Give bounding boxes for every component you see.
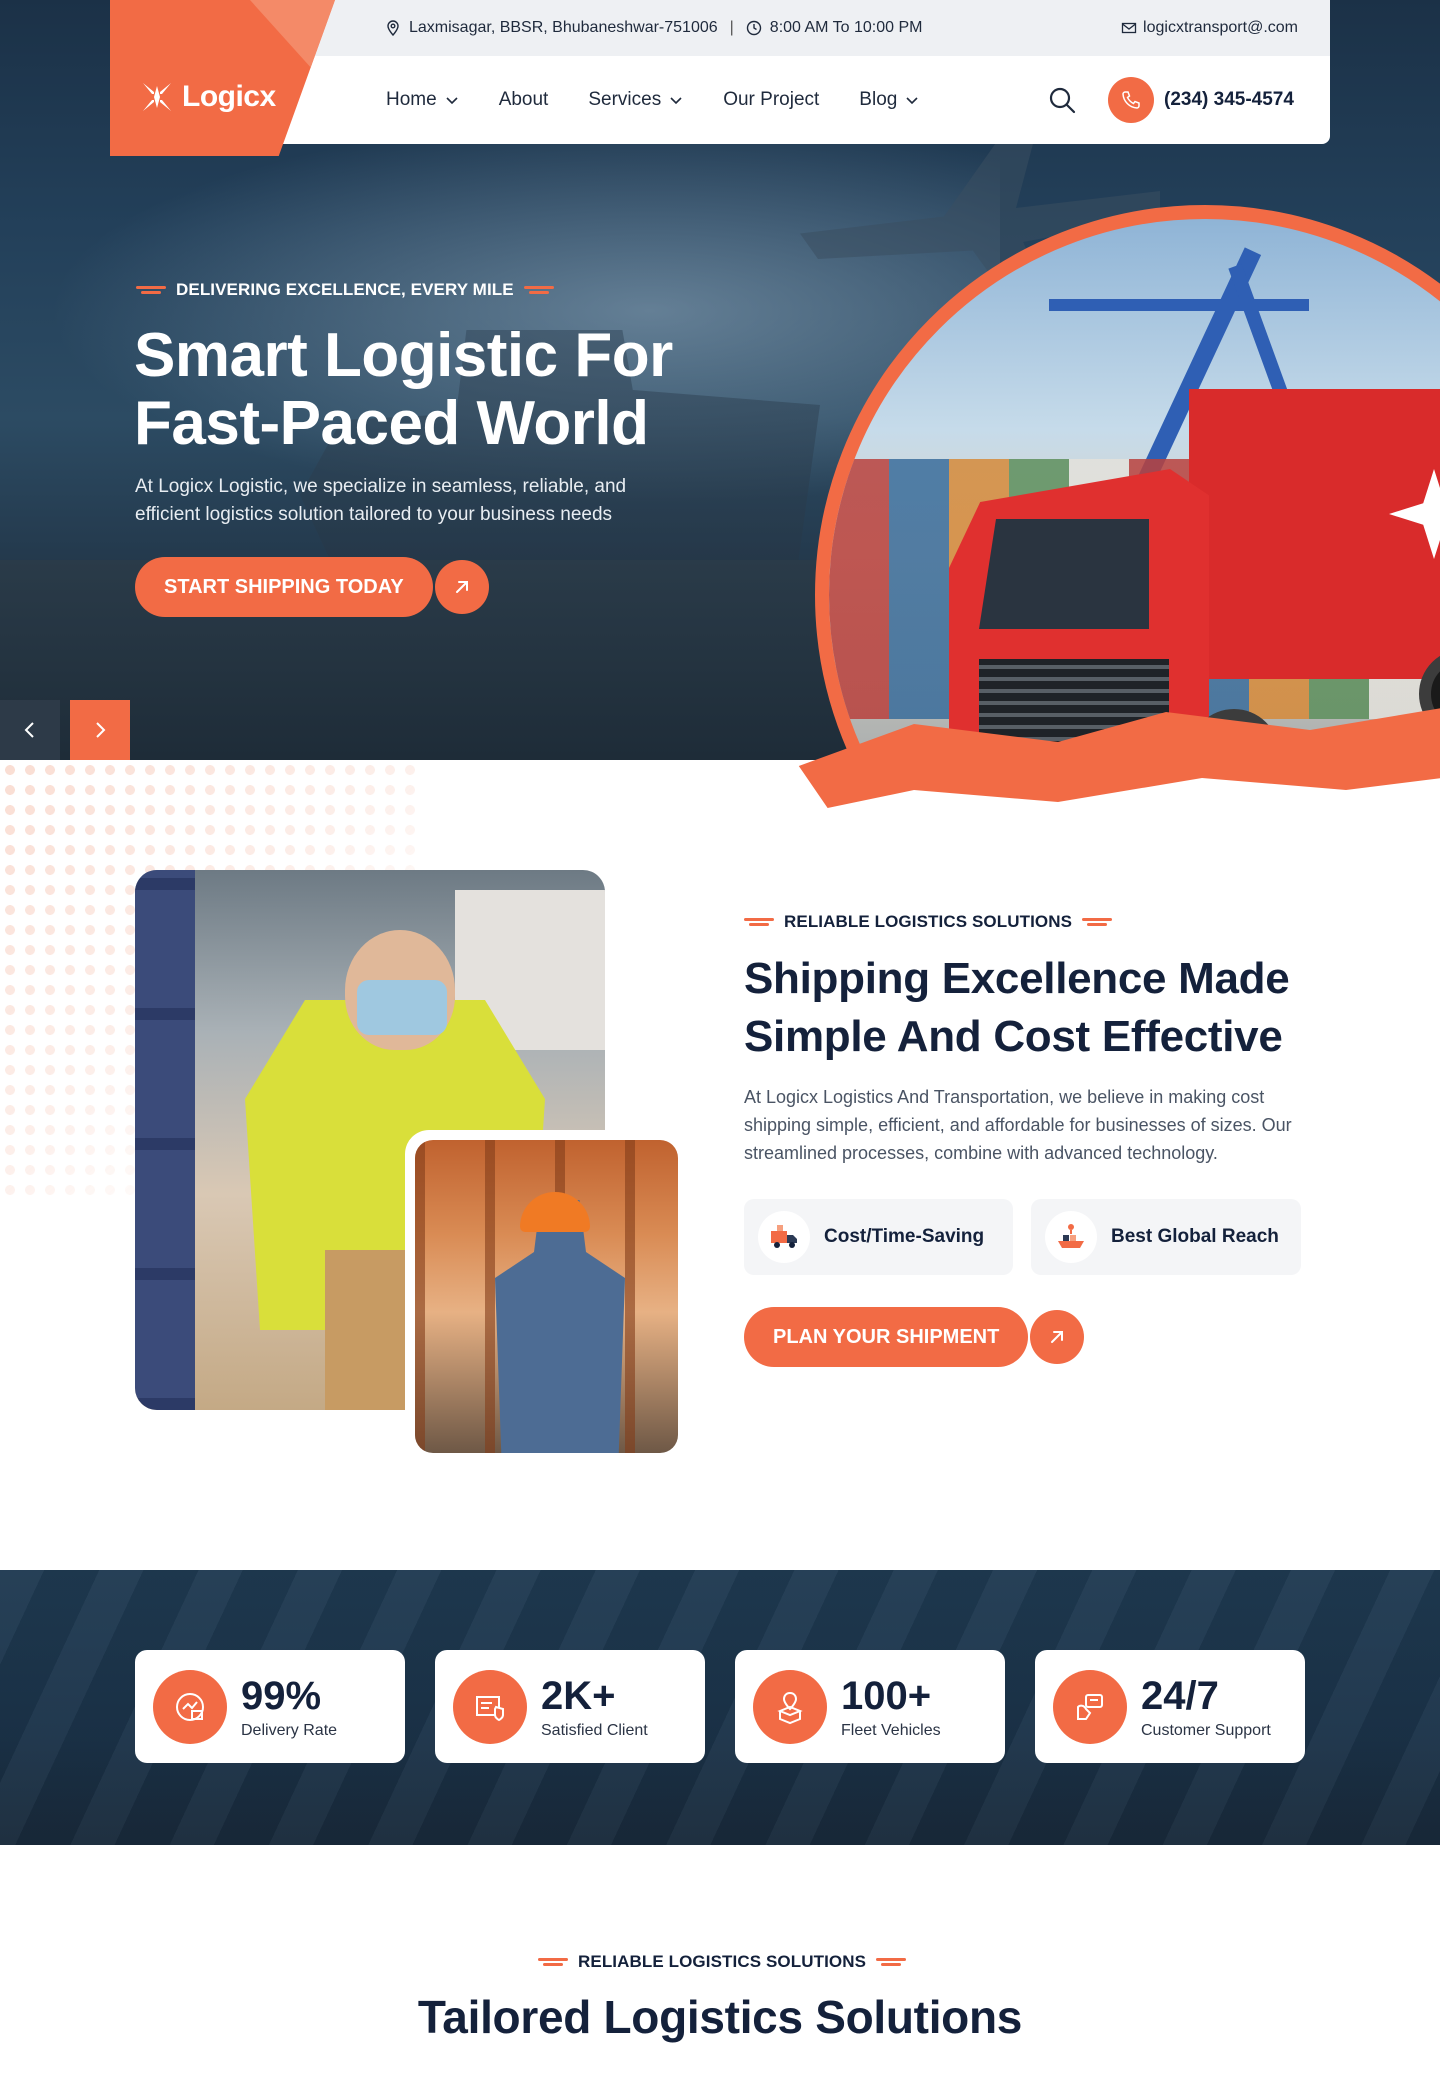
chevron-down-icon (906, 97, 918, 105)
nav-item-about[interactable]: About (499, 89, 549, 111)
hero-cta-group: START SHIPPING TODAY (135, 557, 489, 617)
stat-value: 99% (241, 1673, 322, 1718)
tagline-dash-icon (744, 917, 774, 927)
nav-label: Home (386, 89, 437, 110)
stats-section: 99% Delivery Rate 2K+ Satisfied Client 1… (0, 1570, 1440, 1845)
nav-label: Blog (859, 89, 898, 110)
chevron-down-icon (670, 97, 682, 105)
start-shipping-button[interactable]: START SHIPPING TODAY (135, 557, 433, 617)
stat-label: Fleet Vehicles (841, 1721, 941, 1739)
arrow-up-right-icon[interactable] (434, 560, 489, 614)
main-nav: Home About Services Our Project Blog (386, 56, 919, 144)
chevron-right-icon (96, 722, 106, 738)
hero-tagline-text: DELIVERING EXCELLENCE, EVERY MILE (176, 280, 514, 299)
brand-name: Logicx (182, 80, 276, 113)
stat-card-customer-support: 24/7 Customer Support (1035, 1650, 1305, 1763)
clock-icon (746, 20, 761, 36)
about-cta-group: PLAN YOUR SHIPMENT (744, 1307, 1085, 1367)
search-button[interactable] (1046, 84, 1078, 116)
delivery-icon (153, 1669, 227, 1744)
contact-info: Laxmisagar, BBSR, Bhubaneshwar-751006 | … (385, 0, 922, 56)
slider-prev-button[interactable] (0, 700, 60, 760)
stat-label: Customer Support (1141, 1721, 1271, 1739)
phone-contact[interactable]: (234) 345-4574 (1108, 76, 1294, 124)
solutions-tagline: RELIABLE LOGISTICS SOLUTIONS (538, 1952, 907, 1972)
tagline-dash-icon (876, 1957, 907, 1967)
worker-mask (357, 980, 447, 1035)
logo-star-icon (143, 83, 171, 111)
slider-next-button[interactable] (70, 700, 130, 760)
stat-value: 2K+ (541, 1673, 616, 1718)
truck-trailer (1189, 389, 1440, 679)
about-title: Shipping Excellence Made Simple And Cost… (744, 954, 1290, 1061)
tagline-dash-icon (136, 285, 166, 295)
location-pin-icon (387, 20, 399, 36)
mail-icon (1121, 22, 1137, 34)
feature-cost-time-saving: Cost/Time-Saving (744, 1199, 1013, 1275)
feature-label: Best Global Reach (1111, 1226, 1279, 1247)
hero-title-line1: Smart Logistic For (134, 321, 673, 390)
about-tagline: RELIABLE LOGISTICS SOLUTIONS (744, 912, 1113, 932)
phone-number: (234) 345-4574 (1164, 89, 1294, 110)
nav-label: Our Project (723, 89, 820, 110)
phone-icon (1108, 77, 1154, 123)
nav-item-home[interactable]: Home (386, 89, 459, 111)
tagline-dash-icon (1082, 917, 1113, 927)
hero-title-line2: Fast-Paced World (134, 389, 649, 458)
solutions-tagline-text: RELIABLE LOGISTICS SOLUTIONS (578, 1952, 867, 1971)
chevron-down-icon (446, 97, 458, 105)
nav-label: About (498, 89, 549, 110)
photo-inner (415, 1140, 678, 1453)
hero-title: Smart Logistic For Fast-Paced World (134, 322, 834, 458)
hours-text: 8:00 AM To 10:00 PM (769, 19, 923, 36)
arrow-up-right-icon[interactable] (1030, 1310, 1085, 1364)
stat-value: 100+ (841, 1673, 932, 1718)
email-link[interactable]: logicxtransport@.com (1121, 0, 1298, 56)
feature-best-global-reach: Best Global Reach (1031, 1199, 1301, 1275)
hero-description: At Logicx Logistic, we specialize in sea… (135, 476, 627, 525)
tagline-dash-icon (538, 1957, 568, 1967)
crane-image (1049, 299, 1309, 311)
stat-label: Satisfied Client (541, 1721, 648, 1739)
search-icon (1049, 87, 1076, 114)
ship-icon (1045, 1211, 1097, 1263)
solutions-title: Tailored Logistics Solutions (417, 1991, 1023, 2043)
email-text: logicxtransport@.com (1143, 19, 1298, 36)
tagline-dash-icon (523, 285, 554, 295)
shelf-image (135, 870, 195, 1410)
stat-card-delivery-rate: 99% Delivery Rate (135, 1650, 405, 1763)
client-icon (453, 1669, 527, 1744)
stat-card-fleet-vehicles: 100+ Fleet Vehicles (735, 1650, 1005, 1763)
stat-value: 24/7 (1141, 1673, 1219, 1718)
about-description: At Logicx Logistics And Transportation, … (744, 1087, 1292, 1163)
nav-item-our-project[interactable]: Our Project (723, 89, 819, 111)
nav-item-blog[interactable]: Blog (859, 89, 919, 111)
feature-label: Cost/Time-Saving (824, 1226, 985, 1247)
hero-tagline: DELIVERING EXCELLENCE, EVERY MILE (136, 280, 554, 300)
fleet-icon (753, 1669, 827, 1744)
plan-shipment-button[interactable]: PLAN YOUR SHIPMENT (744, 1307, 1029, 1367)
truck-icon (758, 1211, 810, 1263)
info-separator: | (729, 19, 734, 36)
nav-item-services[interactable]: Services (588, 89, 683, 111)
stat-label: Delivery Rate (241, 1721, 338, 1739)
brand-logo[interactable]: Logicx (140, 80, 276, 114)
truck-windshield (979, 519, 1149, 629)
address-text: Laxmisagar, BBSR, Bhubaneshwar-751006 (409, 19, 718, 36)
nav-label: Services (588, 89, 662, 110)
stat-card-satisfied-client: 2K+ Satisfied Client (435, 1650, 705, 1763)
warehouse-manager-photo (405, 1130, 688, 1463)
chevron-left-icon (24, 722, 34, 738)
support-icon (1053, 1669, 1127, 1744)
about-tagline-text: RELIABLE LOGISTICS SOLUTIONS (784, 912, 1073, 931)
